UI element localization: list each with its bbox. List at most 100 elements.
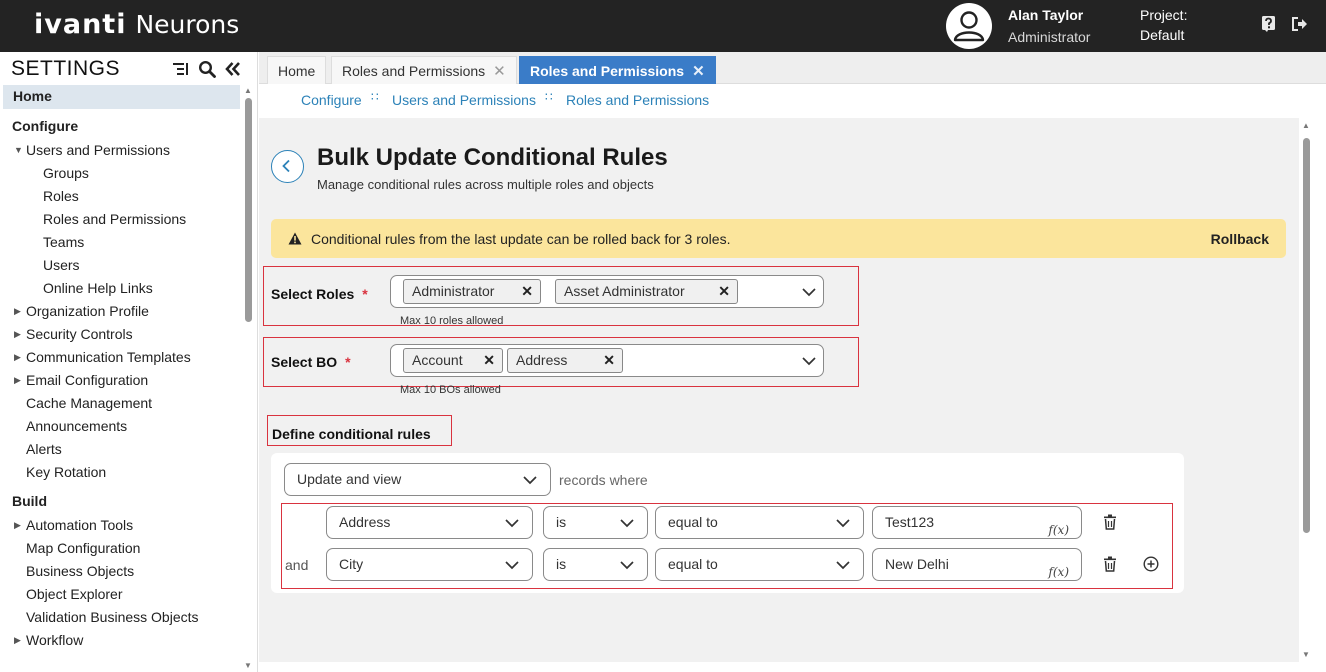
remove-chip-icon[interactable]: ✕ bbox=[521, 280, 533, 303]
caret-right-icon[interactable]: ▶ bbox=[14, 300, 21, 323]
scroll-up-icon[interactable]: ▲ bbox=[1302, 121, 1310, 130]
remove-chip-icon[interactable]: ✕ bbox=[603, 349, 615, 372]
collapse-sidebar-icon[interactable] bbox=[224, 60, 242, 78]
remove-chip-icon[interactable]: ✕ bbox=[718, 280, 730, 303]
sidebar-item-label: Build bbox=[12, 493, 47, 509]
tab-home[interactable]: Home bbox=[267, 56, 327, 84]
function-icon[interactable]: f(x) bbox=[1048, 557, 1069, 588]
list-tree-icon[interactable] bbox=[172, 60, 190, 78]
sidebar-item[interactable]: Build bbox=[3, 484, 240, 514]
select-value: Update and view bbox=[297, 471, 402, 487]
sidebar-item[interactable]: Object Explorer bbox=[3, 583, 240, 606]
rule-value-input[interactable]: Test123 f(x) bbox=[872, 506, 1082, 539]
chevron-down-icon bbox=[620, 519, 634, 528]
scroll-up-icon[interactable]: ▲ bbox=[244, 86, 252, 95]
sidebar-item[interactable]: Cache Management bbox=[3, 392, 240, 415]
chip-label: Asset Administrator bbox=[564, 283, 685, 299]
logout-icon[interactable] bbox=[1292, 17, 1308, 31]
caret-right-icon[interactable]: ▶ bbox=[14, 323, 21, 346]
trash-icon[interactable] bbox=[1103, 556, 1117, 572]
sidebar-item[interactable]: ▶ Communication Templates bbox=[3, 346, 240, 369]
rule-value-input[interactable]: New Delhi f(x) bbox=[872, 548, 1082, 581]
scroll-down-icon[interactable]: ▼ bbox=[1302, 650, 1310, 659]
sidebar-item[interactable]: Groups bbox=[3, 162, 240, 185]
rules-mode-select[interactable]: Update and view bbox=[284, 463, 551, 496]
close-icon[interactable]: ✕ bbox=[493, 63, 506, 80]
sidebar-item-label: Home bbox=[13, 88, 52, 104]
select-roles-multiselect[interactable]: Administrator ✕ Asset Administrator ✕ bbox=[390, 275, 824, 308]
sidebar-item[interactable]: Teams bbox=[3, 231, 240, 254]
tab-bar: Home Roles and Permissions ✕ Roles and Pe… bbox=[259, 52, 1326, 84]
sidebar-item[interactable]: ▶ Organization Profile bbox=[3, 300, 240, 323]
sidebar-item[interactable]: Online Help Links bbox=[3, 277, 240, 300]
rollback-button[interactable]: Rollback bbox=[1211, 231, 1269, 247]
rule-field-select[interactable]: City bbox=[326, 548, 533, 581]
sidebar-item-label: Validation Business Objects bbox=[26, 609, 199, 625]
chevron-down-icon[interactable] bbox=[802, 287, 816, 297]
sidebar-item[interactable]: Roles and Permissions bbox=[3, 208, 240, 231]
user-avatar-icon[interactable] bbox=[946, 3, 992, 49]
close-icon[interactable]: ✕ bbox=[692, 63, 705, 80]
sidebar-item[interactable]: ▶ Security Controls bbox=[3, 323, 240, 346]
caret-right-icon[interactable]: ▶ bbox=[14, 629, 21, 652]
sidebar-item[interactable]: Home bbox=[3, 85, 240, 109]
select-bo-label-text: Select BO bbox=[271, 354, 338, 370]
function-icon[interactable]: f(x) bbox=[1048, 515, 1069, 546]
sidebar-item[interactable]: ▼ Users and Permissions bbox=[3, 139, 240, 162]
sidebar-item[interactable]: Announcements bbox=[3, 415, 240, 438]
caret-down-icon[interactable]: ▼ bbox=[14, 139, 23, 162]
sidebar-item-label: Users bbox=[43, 257, 80, 273]
sidebar-item[interactable]: Key Rotation bbox=[3, 461, 240, 484]
ivanti-logo[interactable]: ivanti Neurons bbox=[34, 9, 239, 43]
sidebar-item[interactable]: Users bbox=[3, 254, 240, 277]
caret-right-icon[interactable]: ▶ bbox=[14, 369, 21, 392]
user-name[interactable]: Alan Taylor bbox=[1008, 7, 1083, 23]
caret-right-icon[interactable]: ▶ bbox=[14, 346, 21, 369]
project-value[interactable]: Default bbox=[1140, 27, 1184, 43]
sidebar-item[interactable]: ▶ Automation Tools bbox=[3, 514, 240, 537]
rule-operator-select[interactable]: is bbox=[543, 548, 648, 581]
rule-field-select[interactable]: Address bbox=[326, 506, 533, 539]
help-icon[interactable] bbox=[1262, 16, 1275, 32]
rule-operator-select[interactable]: is bbox=[543, 506, 648, 539]
warning-icon bbox=[288, 232, 302, 245]
sidebar-item[interactable]: Configure bbox=[3, 109, 240, 139]
sidebar-item[interactable]: ▶ Workflow bbox=[3, 629, 240, 652]
rules-card: Update and view records where Address is… bbox=[271, 453, 1184, 593]
breadcrumb-users-and-permissions[interactable]: Users and Permissions bbox=[392, 92, 536, 108]
scroll-down-icon[interactable]: ▼ bbox=[244, 661, 252, 670]
chevron-down-icon[interactable] bbox=[802, 356, 816, 366]
caret-right-icon[interactable]: ▶ bbox=[14, 514, 21, 537]
remove-chip-icon[interactable]: ✕ bbox=[483, 349, 495, 372]
sidebar-scrollbar[interactable]: ▲ ▼ bbox=[243, 86, 253, 670]
add-circle-icon[interactable] bbox=[1143, 556, 1159, 572]
sidebar-item[interactable]: Validation Business Objects bbox=[3, 606, 240, 629]
tab-roles-and-permissions[interactable]: Roles and Permissions ✕ bbox=[331, 56, 517, 84]
sidebar-item[interactable]: Roles bbox=[3, 185, 240, 208]
breadcrumb-configure[interactable]: Configure bbox=[301, 92, 362, 108]
search-icon[interactable] bbox=[198, 60, 216, 78]
role-chip: Asset Administrator ✕ bbox=[555, 279, 738, 304]
sidebar-item-label: Cache Management bbox=[26, 395, 153, 411]
rule-comparison-select[interactable]: equal to bbox=[655, 506, 864, 539]
required-marker: * bbox=[362, 286, 368, 302]
select-value: equal to bbox=[668, 514, 718, 530]
breadcrumb-roles-and-permissions[interactable]: Roles and Permissions bbox=[566, 92, 709, 108]
tab-roles-and-permissions-active[interactable]: Roles and Permissions ✕ bbox=[519, 56, 716, 84]
sidebar-item[interactable]: Map Configuration bbox=[3, 537, 240, 560]
sidebar-scroll-thumb[interactable] bbox=[245, 98, 252, 322]
tab-label: Roles and Permissions bbox=[342, 63, 486, 79]
select-bo-label: Select BO * bbox=[271, 354, 351, 370]
trash-icon[interactable] bbox=[1103, 514, 1117, 530]
content-scroll-thumb[interactable] bbox=[1303, 138, 1310, 533]
sidebar-item[interactable]: Alerts bbox=[3, 438, 240, 461]
back-button[interactable] bbox=[271, 150, 304, 183]
sidebar-tools bbox=[172, 60, 242, 78]
app-window: ivanti Neurons Alan Taylor Administrator… bbox=[0, 0, 1326, 672]
select-bo-multiselect[interactable]: Account ✕ Address ✕ bbox=[390, 344, 824, 377]
rule-comparison-select[interactable]: equal to bbox=[655, 548, 864, 581]
sidebar-item[interactable]: ▶ Email Configuration bbox=[3, 369, 240, 392]
sidebar-item-label: Email Configuration bbox=[26, 372, 149, 388]
sidebar-item[interactable]: Business Objects bbox=[3, 560, 240, 583]
content-scrollbar[interactable]: ▲ ▼ bbox=[1300, 118, 1326, 662]
